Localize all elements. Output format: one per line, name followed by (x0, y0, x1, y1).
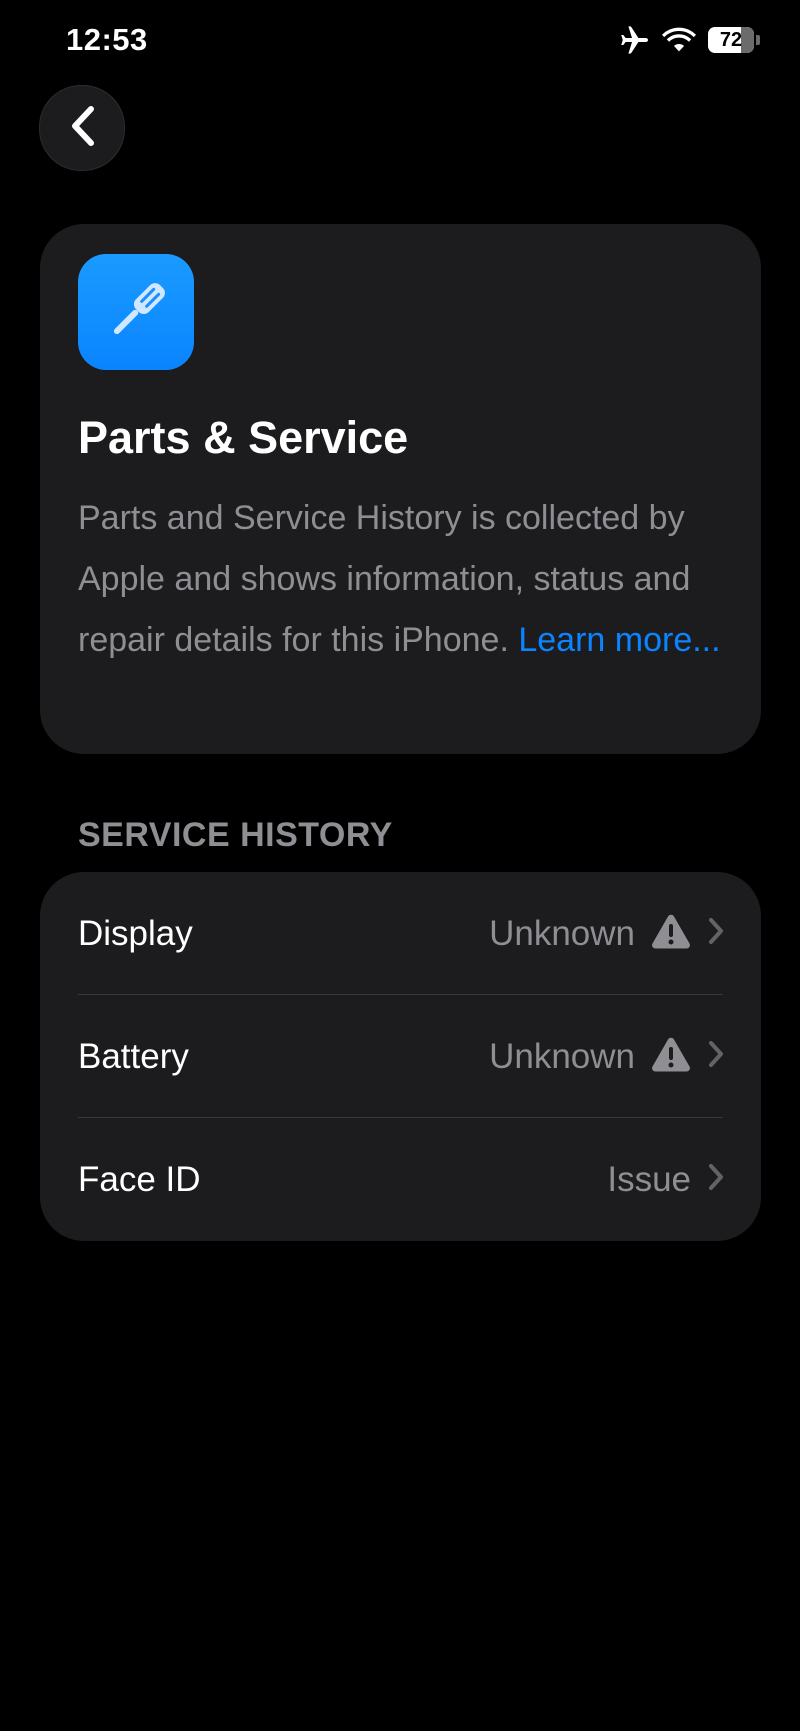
row-status: Unknown (489, 913, 725, 954)
row-status: Unknown (489, 1036, 725, 1077)
row-label: Face ID (78, 1159, 201, 1199)
service-history-list: Display Unknown Battery Unknown Face ID … (40, 872, 761, 1241)
chevron-right-icon (707, 1162, 725, 1197)
page-title: Parts & Service (78, 412, 409, 463)
back-button[interactable] (39, 85, 125, 171)
chevron-left-icon (67, 105, 97, 152)
warning-icon (651, 913, 691, 954)
list-item-face-id[interactable]: Face ID Issue (40, 1118, 761, 1241)
airplane-icon (618, 26, 650, 54)
card-description: Parts and Service History is collected b… (78, 488, 738, 671)
status-time: 12:53 (66, 22, 148, 57)
learn-more-link[interactable]: Learn more... (518, 621, 720, 659)
row-label: Display (78, 913, 193, 953)
section-header-service-history: SERVICE HISTORY (78, 816, 393, 854)
chevron-right-icon (707, 916, 725, 951)
list-item-display[interactable]: Display Unknown (40, 872, 761, 995)
row-value: Unknown (489, 913, 635, 953)
battery-icon: 72 (708, 27, 760, 53)
battery-level: 72 (719, 28, 743, 51)
wifi-icon (662, 27, 696, 53)
screwdriver-icon (78, 254, 194, 370)
parts-service-card: Parts & Service Parts and Service Histor… (40, 224, 761, 754)
warning-icon (651, 1036, 691, 1077)
status-bar: 12:53 72 (0, 0, 800, 90)
list-item-battery[interactable]: Battery Unknown (40, 995, 761, 1118)
row-status: Issue (607, 1160, 725, 1200)
chevron-right-icon (707, 1039, 725, 1074)
row-label: Battery (78, 1036, 189, 1076)
row-value: Unknown (489, 1036, 635, 1076)
row-value: Issue (607, 1159, 691, 1199)
status-icons: 72 (618, 26, 760, 54)
